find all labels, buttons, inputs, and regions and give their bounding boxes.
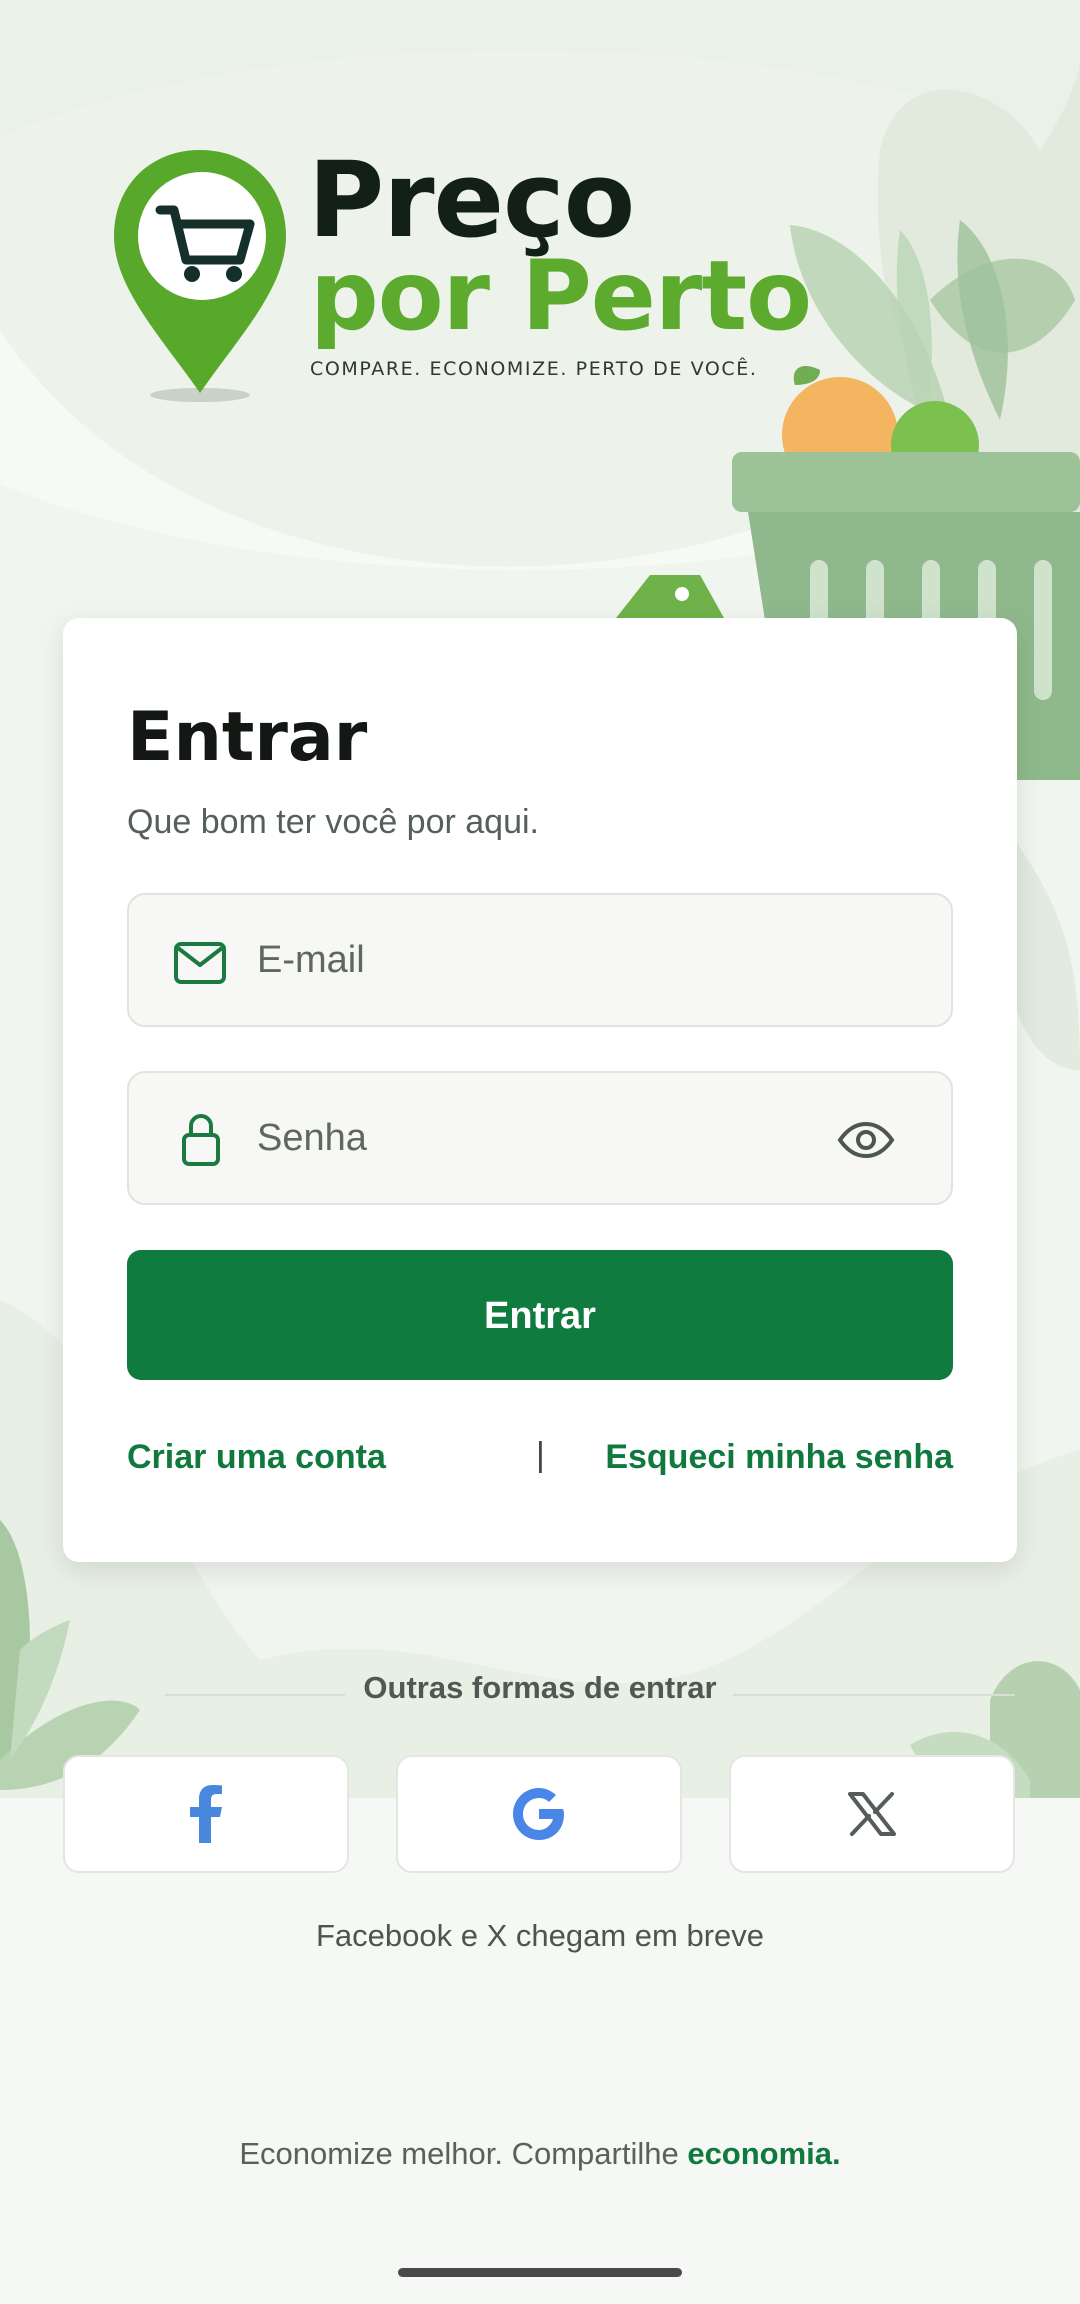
show-password-icon[interactable] — [837, 1121, 895, 1159]
login-subtitle: Que bom ter você por aqui. — [127, 803, 540, 841]
other-login-heading: Outras formas de entrar — [165, 1670, 1015, 1720]
google-login-button[interactable] — [396, 1755, 682, 1873]
email-field[interactable]: E-mail — [127, 893, 953, 1027]
brand-tagline: COMPARE. ECONOMIZE. PERTO DE VOCÊ. — [310, 358, 758, 380]
password-field[interactable]: Senha — [127, 1071, 953, 1205]
footer-highlight: economia. — [687, 2136, 841, 2171]
forgot-password-link[interactable]: Esqueci minha senha — [605, 1438, 953, 1477]
footer-text: Economize melhor. Compartilhe — [239, 2136, 688, 2171]
footer-slogan: Economize melhor. Compartilhe economia. — [0, 2136, 1080, 2172]
facebook-icon — [190, 1785, 222, 1843]
mail-icon — [174, 942, 226, 984]
app-logo: Preço por Perto COMPARE. ECONOMIZE. PERT… — [112, 148, 812, 408]
home-indicator[interactable] — [398, 2268, 682, 2277]
divider-right — [733, 1694, 1015, 1696]
login-button[interactable]: Entrar — [127, 1250, 953, 1380]
email-placeholder: E-mail — [257, 939, 365, 981]
login-card: Entrar Que bom ter você por aqui. E-mail… — [63, 618, 1017, 1562]
other-login-label: Outras formas de entrar — [363, 1670, 717, 1705]
x-icon — [848, 1792, 896, 1836]
create-account-link[interactable]: Criar uma conta — [127, 1438, 386, 1477]
x-login-button[interactable] — [729, 1755, 1015, 1873]
location-pin-cart-icon — [114, 150, 286, 402]
google-icon — [513, 1788, 564, 1840]
facebook-login-button[interactable] — [63, 1755, 349, 1873]
login-title: Entrar — [127, 698, 368, 777]
coming-soon-note: Facebook e X chegam em breve — [315, 1918, 765, 1953]
brand-name-line2: por Perto — [310, 240, 812, 352]
lock-icon — [182, 1114, 220, 1166]
brand-name-line1: Preço — [308, 139, 635, 261]
links-separator: | — [536, 1436, 545, 1474]
password-placeholder: Senha — [257, 1117, 367, 1159]
